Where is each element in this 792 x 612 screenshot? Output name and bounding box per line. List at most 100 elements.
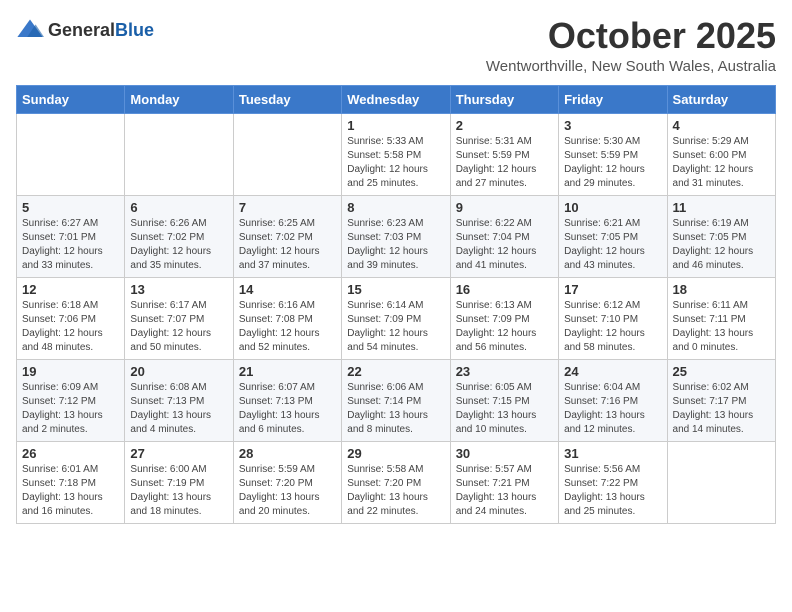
day-number: 7 bbox=[239, 200, 336, 215]
calendar-cell: 25 Sunrise: 6:02 AMSunset: 7:17 PMDayligh… bbox=[667, 359, 775, 441]
day-info: Sunrise: 5:59 AMSunset: 7:20 PMDaylight:… bbox=[239, 463, 336, 519]
header-monday: Monday bbox=[125, 85, 233, 113]
day-info: Sunrise: 5:57 AMSunset: 7:21 PMDaylight:… bbox=[456, 463, 553, 519]
calendar-cell: 31 Sunrise: 5:56 AMSunset: 7:22 PMDayligh… bbox=[559, 441, 667, 523]
day-number: 29 bbox=[347, 446, 444, 461]
calendar-cell: 24 Sunrise: 6:04 AMSunset: 7:16 PMDayligh… bbox=[559, 359, 667, 441]
calendar-cell: 23 Sunrise: 6:05 AMSunset: 7:15 PMDayligh… bbox=[450, 359, 558, 441]
logo: GeneralBlue bbox=[16, 16, 154, 44]
day-info: Sunrise: 6:18 AMSunset: 7:06 PMDaylight:… bbox=[22, 299, 119, 355]
calendar-week-row: 19 Sunrise: 6:09 AMSunset: 7:12 PMDayligh… bbox=[17, 359, 776, 441]
day-info: Sunrise: 6:11 AMSunset: 7:11 PMDaylight:… bbox=[673, 299, 770, 355]
calendar-cell: 14 Sunrise: 6:16 AMSunset: 7:08 PMDayligh… bbox=[233, 277, 341, 359]
day-info: Sunrise: 6:17 AMSunset: 7:07 PMDaylight:… bbox=[130, 299, 227, 355]
calendar-cell: 6 Sunrise: 6:26 AMSunset: 7:02 PMDaylight… bbox=[125, 195, 233, 277]
calendar-cell: 12 Sunrise: 6:18 AMSunset: 7:06 PMDayligh… bbox=[17, 277, 125, 359]
day-info: Sunrise: 6:02 AMSunset: 7:17 PMDaylight:… bbox=[673, 381, 770, 437]
day-number: 25 bbox=[673, 364, 770, 379]
day-number: 13 bbox=[130, 282, 227, 297]
day-info: Sunrise: 6:16 AMSunset: 7:08 PMDaylight:… bbox=[239, 299, 336, 355]
calendar-cell: 17 Sunrise: 6:12 AMSunset: 7:10 PMDayligh… bbox=[559, 277, 667, 359]
day-number: 17 bbox=[564, 282, 661, 297]
calendar-cell bbox=[125, 113, 233, 195]
day-number: 5 bbox=[22, 200, 119, 215]
day-number: 18 bbox=[673, 282, 770, 297]
header-tuesday: Tuesday bbox=[233, 85, 341, 113]
calendar-cell: 27 Sunrise: 6:00 AMSunset: 7:19 PMDayligh… bbox=[125, 441, 233, 523]
calendar-cell: 10 Sunrise: 6:21 AMSunset: 7:05 PMDayligh… bbox=[559, 195, 667, 277]
day-number: 3 bbox=[564, 118, 661, 133]
calendar-cell: 13 Sunrise: 6:17 AMSunset: 7:07 PMDayligh… bbox=[125, 277, 233, 359]
day-info: Sunrise: 5:31 AMSunset: 5:59 PMDaylight:… bbox=[456, 135, 553, 191]
day-number: 15 bbox=[347, 282, 444, 297]
day-number: 24 bbox=[564, 364, 661, 379]
header-thursday: Thursday bbox=[450, 85, 558, 113]
day-info: Sunrise: 6:00 AMSunset: 7:19 PMDaylight:… bbox=[130, 463, 227, 519]
calendar-cell bbox=[233, 113, 341, 195]
day-info: Sunrise: 6:06 AMSunset: 7:14 PMDaylight:… bbox=[347, 381, 444, 437]
day-info: Sunrise: 5:29 AMSunset: 6:00 PMDaylight:… bbox=[673, 135, 770, 191]
logo-text-general: General bbox=[48, 20, 115, 40]
calendar-cell: 11Sunrise: 6:19 AMSunset: 7:05 PMDayligh… bbox=[667, 195, 775, 277]
day-number: 11 bbox=[673, 200, 770, 215]
day-number: 14 bbox=[239, 282, 336, 297]
day-number: 6 bbox=[130, 200, 227, 215]
day-info: Sunrise: 6:14 AMSunset: 7:09 PMDaylight:… bbox=[347, 299, 444, 355]
calendar-cell bbox=[667, 441, 775, 523]
calendar-cell: 8 Sunrise: 6:23 AMSunset: 7:03 PMDaylight… bbox=[342, 195, 450, 277]
calendar-cell: 7 Sunrise: 6:25 AMSunset: 7:02 PMDaylight… bbox=[233, 195, 341, 277]
day-info: Sunrise: 6:04 AMSunset: 7:16 PMDaylight:… bbox=[564, 381, 661, 437]
calendar-cell: 19 Sunrise: 6:09 AMSunset: 7:12 PMDayligh… bbox=[17, 359, 125, 441]
calendar-cell: 22 Sunrise: 6:06 AMSunset: 7:14 PMDayligh… bbox=[342, 359, 450, 441]
day-number: 28 bbox=[239, 446, 336, 461]
day-number: 26 bbox=[22, 446, 119, 461]
main-title: October 2025 bbox=[486, 16, 776, 56]
day-info: Sunrise: 6:09 AMSunset: 7:12 PMDaylight:… bbox=[22, 381, 119, 437]
calendar-week-row: 12 Sunrise: 6:18 AMSunset: 7:06 PMDayligh… bbox=[17, 277, 776, 359]
day-info: Sunrise: 6:26 AMSunset: 7:02 PMDaylight:… bbox=[130, 217, 227, 273]
calendar-cell: 4 Sunrise: 5:29 AMSunset: 6:00 PMDaylight… bbox=[667, 113, 775, 195]
day-number: 31 bbox=[564, 446, 661, 461]
subtitle: Wentworthville, New South Wales, Austral… bbox=[486, 58, 776, 75]
calendar-week-row: 5 Sunrise: 6:27 AMSunset: 7:01 PMDaylight… bbox=[17, 195, 776, 277]
day-number: 4 bbox=[673, 118, 770, 133]
day-number: 19 bbox=[22, 364, 119, 379]
day-number: 23 bbox=[456, 364, 553, 379]
day-number: 30 bbox=[456, 446, 553, 461]
day-number: 12 bbox=[22, 282, 119, 297]
day-info: Sunrise: 6:27 AMSunset: 7:01 PMDaylight:… bbox=[22, 217, 119, 273]
header-saturday: Saturday bbox=[667, 85, 775, 113]
calendar-cell: 2 Sunrise: 5:31 AMSunset: 5:59 PMDaylight… bbox=[450, 113, 558, 195]
calendar-cell bbox=[17, 113, 125, 195]
calendar-week-row: 1 Sunrise: 5:33 AMSunset: 5:58 PMDaylight… bbox=[17, 113, 776, 195]
day-info: Sunrise: 6:25 AMSunset: 7:02 PMDaylight:… bbox=[239, 217, 336, 273]
day-number: 9 bbox=[456, 200, 553, 215]
day-number: 8 bbox=[347, 200, 444, 215]
day-number: 22 bbox=[347, 364, 444, 379]
calendar-cell: 30 Sunrise: 5:57 AMSunset: 7:21 PMDayligh… bbox=[450, 441, 558, 523]
day-number: 20 bbox=[130, 364, 227, 379]
calendar-week-row: 26Sunrise: 6:01 AMSunset: 7:18 PMDayligh… bbox=[17, 441, 776, 523]
calendar-cell: 9Sunrise: 6:22 AMSunset: 7:04 PMDaylight… bbox=[450, 195, 558, 277]
day-number: 16 bbox=[456, 282, 553, 297]
calendar-cell: 28 Sunrise: 5:59 AMSunset: 7:20 PMDayligh… bbox=[233, 441, 341, 523]
day-number: 21 bbox=[239, 364, 336, 379]
day-info: Sunrise: 5:56 AMSunset: 7:22 PMDaylight:… bbox=[564, 463, 661, 519]
calendar-cell: 3Sunrise: 5:30 AMSunset: 5:59 PMDaylight… bbox=[559, 113, 667, 195]
day-number: 10 bbox=[564, 200, 661, 215]
day-info: Sunrise: 6:23 AMSunset: 7:03 PMDaylight:… bbox=[347, 217, 444, 273]
day-info: Sunrise: 6:05 AMSunset: 7:15 PMDaylight:… bbox=[456, 381, 553, 437]
day-number: 1 bbox=[347, 118, 444, 133]
day-info: Sunrise: 5:33 AMSunset: 5:58 PMDaylight:… bbox=[347, 135, 444, 191]
header-sunday: Sunday bbox=[17, 85, 125, 113]
calendar-cell: 29Sunrise: 5:58 AMSunset: 7:20 PMDayligh… bbox=[342, 441, 450, 523]
day-info: Sunrise: 6:12 AMSunset: 7:10 PMDaylight:… bbox=[564, 299, 661, 355]
day-info: Sunrise: 6:21 AMSunset: 7:05 PMDaylight:… bbox=[564, 217, 661, 273]
calendar-cell: 5 Sunrise: 6:27 AMSunset: 7:01 PMDaylight… bbox=[17, 195, 125, 277]
day-info: Sunrise: 6:07 AMSunset: 7:13 PMDaylight:… bbox=[239, 381, 336, 437]
calendar-cell: 21 Sunrise: 6:07 AMSunset: 7:13 PMDayligh… bbox=[233, 359, 341, 441]
day-number: 2 bbox=[456, 118, 553, 133]
day-number: 27 bbox=[130, 446, 227, 461]
calendar-cell: 16Sunrise: 6:13 AMSunset: 7:09 PMDayligh… bbox=[450, 277, 558, 359]
calendar-cell: 26Sunrise: 6:01 AMSunset: 7:18 PMDayligh… bbox=[17, 441, 125, 523]
